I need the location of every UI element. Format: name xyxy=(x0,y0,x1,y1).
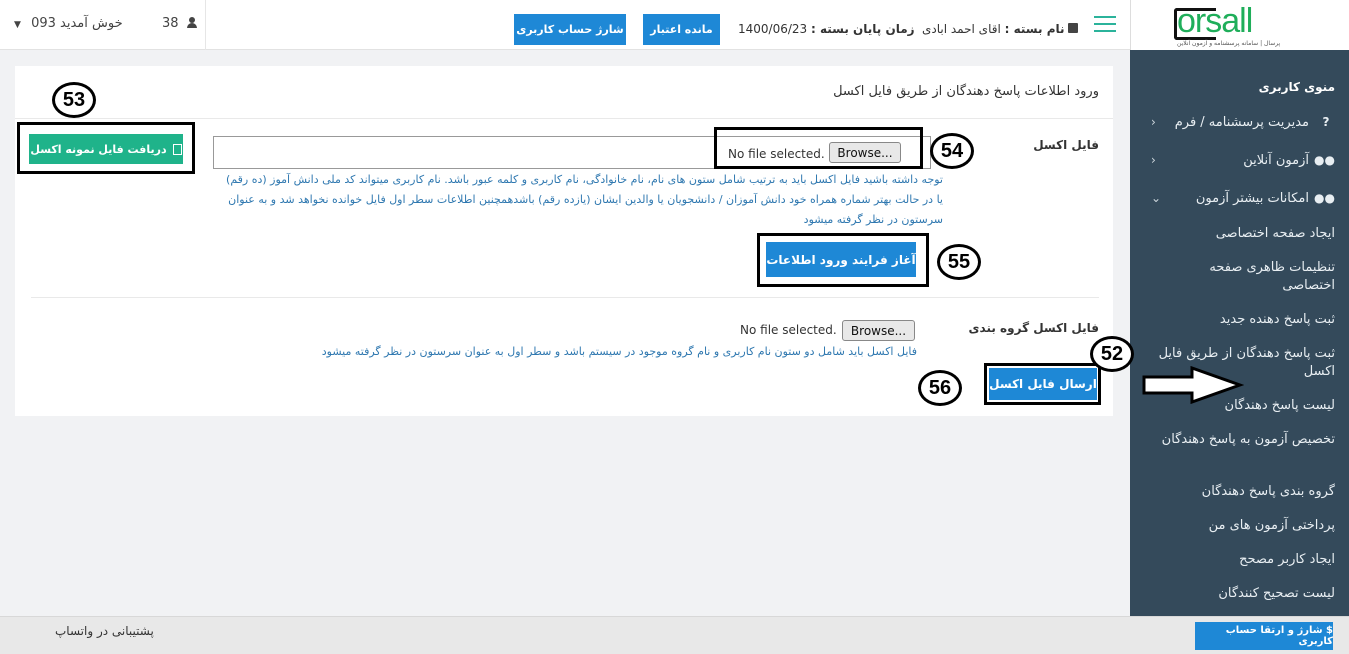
sidebar-subitem-new-respondent[interactable]: ثبت پاسخ دهنده جدید xyxy=(1155,311,1335,329)
group-browse-button[interactable]: Browse... xyxy=(842,320,915,341)
balance-button[interactable]: مانده اعتبار xyxy=(643,14,720,45)
whatsapp-support-link[interactable]: پشتیبانی در واتساپ xyxy=(55,624,154,638)
menu-title: منوی کاربری xyxy=(1258,80,1335,94)
users-icon: ●● xyxy=(1314,191,1335,205)
top-bar: ▼ 093 خوش آمدید 38 شارژ حساب کاربری ماند… xyxy=(0,0,1130,50)
chevron-left-icon: ‹ xyxy=(1151,153,1156,167)
sidebar: orsall پرسال | سامانه پرسشنامه و آزمون آ… xyxy=(1130,0,1349,616)
sidebar-subitem-payments[interactable]: پرداختی آزمون های من xyxy=(1155,517,1335,535)
chevron-down-icon: ⌄ xyxy=(1151,191,1162,205)
logo-subtitle: پرسال | سامانه پرسشنامه و آزمون آنلاین xyxy=(1177,40,1281,47)
group-no-file-text: No file selected. xyxy=(740,323,837,337)
group-help-text: فایل اکسل باید شامل دو ستون نام کاربری و… xyxy=(321,345,917,358)
annotation-badge: 53 xyxy=(52,82,96,118)
sidebar-subitem-grouping[interactable]: گروه بندی پاسخ دهندگان xyxy=(1155,483,1335,501)
logo: orsall پرسال | سامانه پرسشنامه و آزمون آ… xyxy=(1130,0,1349,50)
arrow-right-icon xyxy=(1142,366,1244,404)
caret-down-icon: ▼ xyxy=(14,20,21,30)
end-date-info: زمان پایان بسته : 1400/06/23 xyxy=(738,22,915,36)
user-menu[interactable]: ▼ 093 خوش آمدید xyxy=(14,16,123,31)
highlight-box-55 xyxy=(757,233,929,287)
welcome-text: 093 خوش آمدید xyxy=(31,16,123,31)
user-icon xyxy=(186,17,197,28)
user-count: 38 xyxy=(162,16,197,31)
divider xyxy=(205,0,206,50)
sidebar-item-more-features[interactable]: ●●امکانات بیشتر آزمون ⌄ xyxy=(1145,189,1335,208)
main-panel: ورود اطلاعات پاسخ دهندگان از طریق فایل ا… xyxy=(15,66,1113,416)
sidebar-item-questionnaire[interactable]: ?مدیریت پرسشنامه / فرم ‹ xyxy=(1145,113,1335,132)
charge-account-button[interactable]: شارژ حساب کاربری xyxy=(514,14,626,45)
logo-text: orsall xyxy=(1177,2,1253,40)
page-title: ورود اطلاعات پاسخ دهندگان از طریق فایل ا… xyxy=(833,84,1099,99)
annotation-badge: 54 xyxy=(930,133,974,169)
book-icon xyxy=(1068,23,1079,33)
upgrade-account-button[interactable]: $ شارژ و ارتقا حساب کاربری xyxy=(1195,622,1333,650)
sidebar-subitem-grader-list[interactable]: لیست تصحیح کنندگان xyxy=(1155,585,1335,603)
excel-help-text: توجه داشته باشید فایل اکسل باید به ترتیب… xyxy=(226,173,943,226)
sidebar-item-online-exam[interactable]: ●●آزمون آنلاین ‹ xyxy=(1145,151,1335,170)
hamburger-menu-icon[interactable] xyxy=(1094,16,1116,34)
sidebar-subitem-appearance[interactable]: تنظیمات ظاهری صفحه اختصاصی xyxy=(1155,259,1335,295)
annotation-badge: 55 xyxy=(937,244,981,280)
highlight-box-53 xyxy=(17,122,195,174)
chevron-left-icon: ‹ xyxy=(1151,115,1156,129)
divider xyxy=(31,297,1099,298)
annotation-badge: 56 xyxy=(918,370,962,406)
excel-file-label: فایل اکسل xyxy=(1033,138,1099,152)
sidebar-subitem-create-grader[interactable]: ایجاد کاربر مصحح xyxy=(1155,551,1335,569)
sidebar-subitem-custom-page[interactable]: ایجاد صفحه اختصاصی xyxy=(1155,225,1335,243)
highlight-box-54 xyxy=(714,127,923,169)
sidebar-subitem-assign-exam[interactable]: تخصیص آزمون به پاسخ دهندگان xyxy=(1155,431,1335,449)
question-icon: ? xyxy=(1322,115,1330,129)
users-icon: ●● xyxy=(1314,153,1335,167)
annotation-badge: 52 xyxy=(1090,336,1134,372)
package-info: نام بسته : اقای احمد ابادی xyxy=(922,22,1079,36)
divider xyxy=(15,118,1113,119)
footer: پشتیبانی در واتساپ $ شارژ و ارتقا حساب ک… xyxy=(0,616,1349,654)
group-excel-label: فایل اکسل گروه بندی xyxy=(968,321,1099,335)
highlight-box-56 xyxy=(984,363,1101,405)
